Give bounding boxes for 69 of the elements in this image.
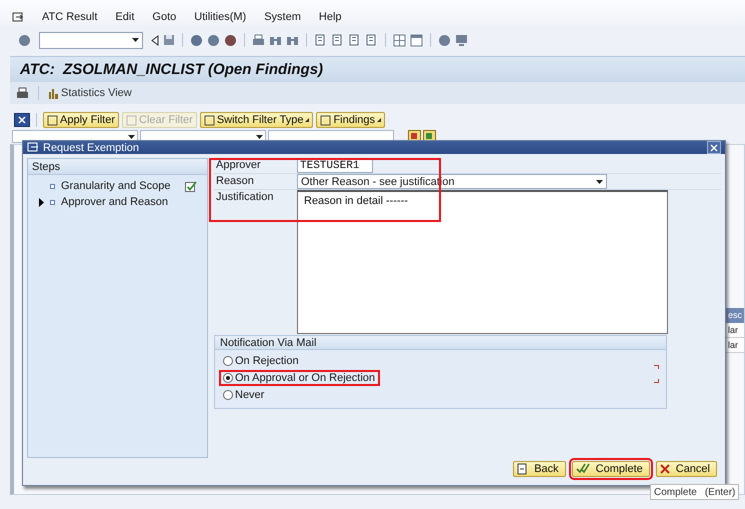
steps-heading: Steps <box>28 159 207 175</box>
dropdown-arrow-icon[interactable] <box>596 180 603 184</box>
grid-icon[interactable] <box>393 34 406 46</box>
printer-icon[interactable] <box>16 86 29 100</box>
screen-title: ATC: ZSOLMAN_INCLIST (Open Findings) <box>20 61 324 78</box>
close-icon[interactable] <box>14 113 30 127</box>
cancel-button[interactable]: Cancel <box>656 460 717 476</box>
page-icon[interactable] <box>331 34 344 46</box>
printer-icon[interactable] <box>252 34 265 46</box>
filter-toolbar-button[interactable]: Apply Filter <box>43 112 120 128</box>
filter-toolbar-button[interactable]: Findings <box>316 112 386 128</box>
filter-icon <box>320 114 332 126</box>
radio-button[interactable] <box>223 390 233 400</box>
menu-item[interactable]: Help <box>318 11 342 23</box>
column-header: esc <box>726 308 744 323</box>
table-cell: lar <box>726 323 744 338</box>
bullet-icon <box>50 184 55 188</box>
radio-button[interactable] <box>223 373 233 383</box>
radio-button[interactable] <box>223 356 233 366</box>
menu-arrow-icon <box>305 118 310 122</box>
menu-item[interactable]: ATC Result <box>42 11 98 23</box>
filter-toolbar-button[interactable]: Switch Filter Type <box>200 112 314 128</box>
tooltip-text: Complete <box>654 486 697 498</box>
page-icon <box>517 462 528 474</box>
field-label: Justification <box>215 190 274 205</box>
double-check-icon <box>576 463 590 474</box>
menu-item[interactable]: Utilities(M) <box>194 11 246 23</box>
table-cell: lar <box>726 338 744 353</box>
corner-marks-icon <box>654 365 659 383</box>
page-icon[interactable] <box>348 34 361 46</box>
menu-item[interactable]: System <box>264 11 301 23</box>
window-icon[interactable] <box>410 34 423 46</box>
close-button[interactable] <box>707 141 721 154</box>
menu-arrow-icon <box>377 118 382 122</box>
tooltip-shortcut: (Enter) <box>704 486 736 498</box>
circle-icon[interactable] <box>207 34 220 46</box>
dialog-title: Request Exemption <box>43 142 139 154</box>
radio-option[interactable]: On Approval or On Rejection <box>219 370 380 386</box>
circle-icon[interactable] <box>190 34 203 46</box>
command-field[interactable] <box>39 32 143 48</box>
group-title: Notification Via Mail <box>215 336 666 350</box>
close-icon <box>710 144 718 152</box>
chart-icon <box>48 88 59 98</box>
window-icon <box>27 142 39 153</box>
menu-item[interactable]: Goto <box>152 11 176 23</box>
dropdown-arrow-icon[interactable] <box>256 134 263 138</box>
menu-item[interactable]: Edit <box>115 11 134 23</box>
dropdown-arrow-icon[interactable] <box>128 134 135 138</box>
circle-icon[interactable] <box>224 34 237 46</box>
back-icon[interactable] <box>151 34 159 46</box>
dropdown-arrow-icon[interactable] <box>132 38 139 42</box>
page-icon[interactable] <box>365 34 378 46</box>
field-label: Approver <box>215 158 262 173</box>
cross-icon <box>660 464 670 474</box>
back-button[interactable]: Back <box>513 460 566 476</box>
monitor-icon[interactable] <box>455 34 468 46</box>
step-item[interactable]: Granularity and Scope <box>61 180 179 192</box>
filter-icon <box>47 114 58 126</box>
radio-option[interactable]: Never <box>219 387 270 403</box>
bullet-icon <box>50 200 55 204</box>
step-item[interactable]: Approver and Reason <box>61 196 179 208</box>
statistics-view-button[interactable]: Statistics View <box>48 87 132 99</box>
filter-icon <box>126 114 138 126</box>
justification-field[interactable]: Reason in detail ------ <box>297 190 668 334</box>
radio-option[interactable]: On Rejection <box>219 353 304 369</box>
page-icon[interactable] <box>314 34 327 46</box>
field-label: Reason <box>215 174 255 189</box>
filter-icon <box>204 114 215 126</box>
menu-icon[interactable] <box>12 12 24 22</box>
